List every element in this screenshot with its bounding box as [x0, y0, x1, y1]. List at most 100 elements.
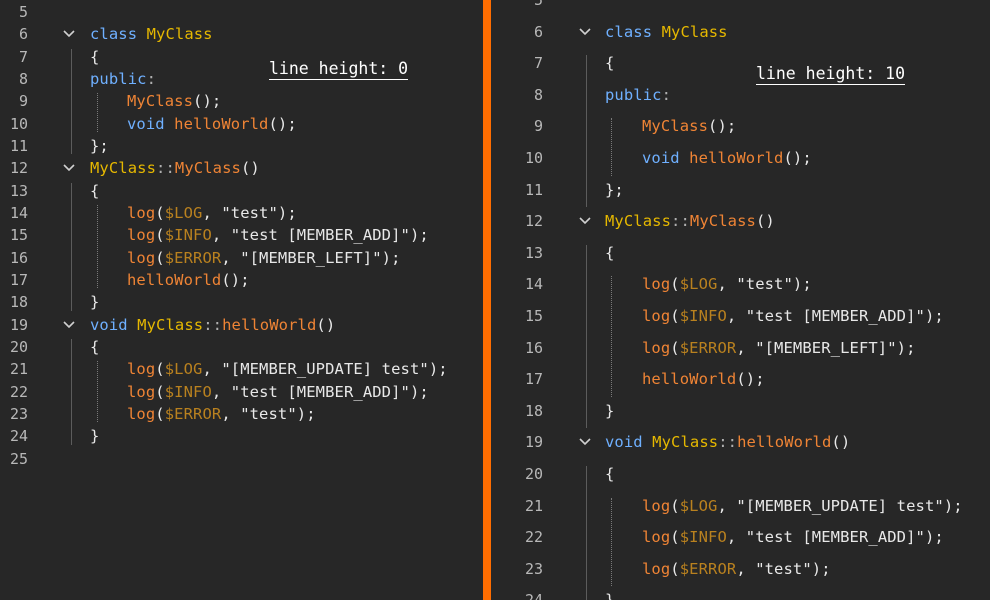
code-line[interactable]: 16 log($ERROR, "[MEMBER_LEFT]"); [491, 338, 990, 358]
code-line[interactable]: 5 [491, 0, 990, 10]
chevron-down-icon[interactable] [61, 24, 77, 44]
code-line[interactable]: 14 log($LOG, "test"); [491, 274, 990, 294]
code-text[interactable]: void helloWorld(); [127, 114, 297, 134]
code-text[interactable]: MyClass::MyClass() [605, 211, 775, 231]
code-line[interactable]: 20 { [0, 337, 483, 357]
code-line[interactable]: 19 void MyClass::helloWorld() [491, 432, 990, 452]
code-line[interactable]: 11}; [491, 180, 990, 200]
code-text[interactable]: } [90, 426, 99, 446]
code-line[interactable]: 17 helloWorld(); [491, 369, 990, 389]
code-line[interactable]: 13 { [0, 181, 483, 201]
code-line[interactable]: 23 log($ERROR, "test"); [0, 404, 483, 424]
chevron-down-icon[interactable] [577, 432, 593, 452]
line-number: 24 [9, 427, 28, 446]
code-line[interactable]: 9 MyClass(); [491, 116, 990, 136]
code-text[interactable]: { [605, 464, 614, 484]
code-text[interactable]: log($ERROR, "[MEMBER_LEFT]"); [642, 338, 916, 358]
code-line[interactable]: 8 public: [0, 69, 483, 89]
code-text[interactable]: { [90, 337, 99, 357]
pane-divider[interactable] [483, 0, 491, 600]
code-text[interactable]: }; [90, 136, 109, 156]
code-text[interactable]: } [90, 292, 99, 312]
line-number: 16 [524, 338, 543, 357]
code-text[interactable]: helloWorld(); [127, 270, 250, 290]
code-line[interactable]: 12 MyClass::MyClass() [491, 211, 990, 231]
chevron-down-icon[interactable] [577, 22, 593, 42]
indent-guide [97, 361, 98, 423]
code-line[interactable]: 7{ [0, 47, 483, 67]
code-line[interactable]: 10 void helloWorld(); [0, 114, 483, 134]
code-text[interactable]: { [90, 181, 99, 201]
code-line[interactable]: 15 log($INFO, "test [MEMBER_ADD]"); [491, 306, 990, 326]
code-text[interactable]: void helloWorld(); [642, 148, 812, 168]
editor-pane-left[interactable]: line height: 0 5 6 class MyClass 7{8 public:… [0, 0, 483, 600]
code-line[interactable]: 18} [491, 401, 990, 421]
code-text[interactable]: class MyClass [605, 22, 728, 42]
code-text[interactable]: MyClass(); [642, 116, 736, 136]
code-text[interactable]: log($INFO, "test [MEMBER_ADD]"); [127, 225, 429, 245]
code-text[interactable]: log($INFO, "test [MEMBER_ADD]"); [127, 382, 429, 402]
code-text[interactable]: } [605, 401, 614, 421]
code-line[interactable]: 23 log($ERROR, "test"); [491, 559, 990, 579]
code-line[interactable]: 16 log($ERROR, "[MEMBER_LEFT]"); [0, 248, 483, 268]
code-text[interactable]: void MyClass::helloWorld() [90, 315, 335, 335]
code-line[interactable]: 20 { [491, 464, 990, 484]
code-line[interactable]: 18} [0, 292, 483, 312]
code-line[interactable]: 6 class MyClass [491, 22, 990, 42]
code-line[interactable]: 22 log($INFO, "test [MEMBER_ADD]"); [0, 382, 483, 402]
line-number: 19 [524, 433, 543, 452]
code-text[interactable]: log($INFO, "test [MEMBER_ADD]"); [642, 306, 944, 326]
code-text[interactable]: log($ERROR, "[MEMBER_LEFT]"); [127, 248, 401, 268]
code-text[interactable]: { [90, 47, 99, 67]
code-line[interactable]: 10 void helloWorld(); [491, 148, 990, 168]
code-line[interactable]: 19 void MyClass::helloWorld() [0, 315, 483, 335]
code-text[interactable]: { [605, 53, 614, 73]
code-line[interactable]: 11}; [0, 136, 483, 156]
code-text[interactable]: log($LOG, "[MEMBER_UPDATE] test"); [127, 359, 448, 379]
code-line[interactable]: 25 [0, 449, 483, 469]
code-text[interactable]: MyClass::MyClass() [90, 158, 260, 178]
code-token: (); [736, 370, 765, 389]
code-text[interactable]: log($ERROR, "test"); [642, 559, 831, 579]
code-line[interactable]: 8 public: [491, 85, 990, 105]
code-text[interactable]: class MyClass [90, 24, 213, 44]
code-text[interactable]: } [605, 590, 614, 600]
code-text[interactable]: MyClass(); [127, 91, 221, 111]
code-line[interactable]: 15 log($INFO, "test [MEMBER_ADD]"); [0, 225, 483, 245]
code-text[interactable]: { [605, 243, 614, 263]
code-text[interactable]: public: [90, 69, 156, 89]
chevron-down-icon[interactable] [577, 211, 593, 231]
code-token: { [605, 54, 615, 73]
code-line[interactable]: 13 { [491, 243, 990, 263]
code-text[interactable]: helloWorld(); [642, 369, 765, 389]
chevron-down-icon[interactable] [61, 315, 77, 335]
line-number: 8 [18, 69, 28, 88]
code-text[interactable]: log($LOG, "test"); [127, 203, 297, 223]
chevron-down-icon[interactable] [61, 158, 77, 178]
code-line[interactable]: 21 log($LOG, "[MEMBER_UPDATE] test"); [0, 359, 483, 379]
block-guide [71, 338, 72, 445]
code-line[interactable]: 7{ [491, 53, 990, 73]
code-text[interactable]: }; [605, 180, 624, 200]
code-line[interactable]: 24} [491, 590, 990, 600]
code-line[interactable]: 24} [0, 426, 483, 446]
code-text[interactable]: log($LOG, "[MEMBER_UPDATE] test"); [642, 496, 963, 516]
code-line[interactable]: 17 helloWorld(); [0, 270, 483, 290]
code-text[interactable]: log($INFO, "test [MEMBER_ADD]"); [642, 527, 944, 547]
code-line[interactable]: 9 MyClass(); [0, 91, 483, 111]
code-line[interactable]: 14 log($LOG, "test"); [0, 203, 483, 223]
code-line[interactable]: 6 class MyClass [0, 24, 483, 44]
code-token: helloWorld [689, 149, 784, 167]
code-line[interactable]: 22 log($INFO, "test [MEMBER_ADD]"); [491, 527, 990, 547]
code-line[interactable]: 21 log($LOG, "[MEMBER_UPDATE] test"); [491, 496, 990, 516]
code-text[interactable]: log($LOG, "test"); [642, 274, 812, 294]
editor-pane-right[interactable]: line height: 10 5 6 class MyClass 7{8 public… [491, 0, 990, 600]
code-text[interactable]: log($ERROR, "test"); [127, 404, 316, 424]
code-text[interactable]: public: [605, 85, 671, 105]
code-token: $LOG [679, 496, 718, 515]
line-number: 20 [524, 465, 543, 483]
code-token: { [90, 47, 100, 66]
code-line[interactable]: 5 [0, 2, 483, 22]
code-line[interactable]: 12 MyClass::MyClass() [0, 158, 483, 178]
code-text[interactable]: void MyClass::helloWorld() [605, 432, 850, 452]
